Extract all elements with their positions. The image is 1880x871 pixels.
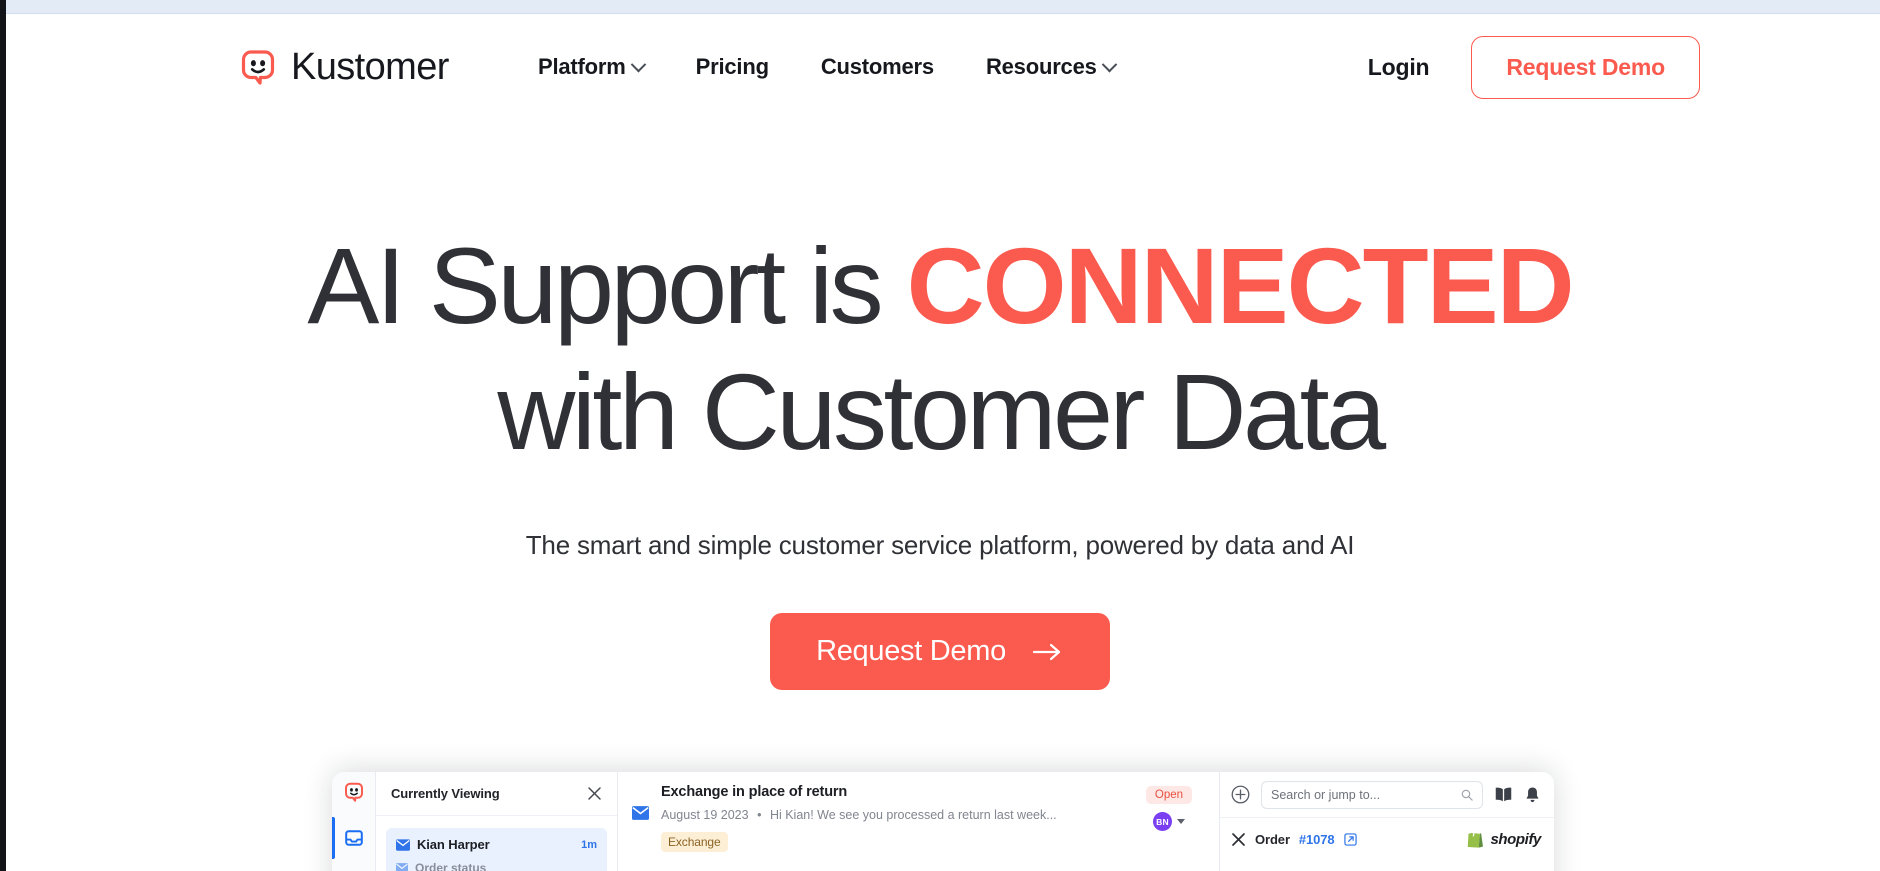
hero-title-lead: AI Support is bbox=[307, 225, 907, 346]
currently-viewing-header: Currently Viewing bbox=[376, 772, 617, 816]
currently-viewing-title: Currently Viewing bbox=[391, 786, 500, 801]
external-link-icon[interactable] bbox=[1343, 832, 1357, 846]
bell-icon[interactable] bbox=[1524, 786, 1541, 804]
header-actions: Login Request Demo bbox=[1368, 35, 1700, 99]
header-request-demo-button[interactable]: Request Demo bbox=[1471, 35, 1700, 99]
conversation-body: Exchange in place of return August 19 20… bbox=[661, 784, 1125, 871]
kustomer-smiley-logo-icon bbox=[238, 47, 278, 87]
close-icon[interactable] bbox=[1231, 832, 1246, 847]
hero-subtitle: The smart and simple customer service pl… bbox=[525, 530, 1355, 560]
shopify-label: shopify bbox=[1490, 830, 1541, 848]
shopify-integration[interactable]: shopify bbox=[1467, 830, 1541, 848]
search-input[interactable] bbox=[1271, 787, 1455, 802]
conversation-customer-name: Kian Harper bbox=[417, 837, 490, 852]
hero-cta-label: Request Demo bbox=[816, 635, 1006, 667]
email-icon bbox=[396, 863, 408, 871]
conversation-row-primary: Kian Harper 1m bbox=[396, 837, 597, 852]
list-item[interactable]: Kian Harper 1m Order status bbox=[386, 828, 607, 871]
brand-logo-link[interactable]: Kustomer bbox=[238, 47, 449, 87]
context-toolbar bbox=[1220, 772, 1554, 818]
plus-circle-icon[interactable] bbox=[1231, 785, 1250, 804]
order-context-row: Order #1078 shopify bbox=[1220, 818, 1554, 860]
hero-title-line2: with Customer Data bbox=[497, 351, 1386, 472]
conversation-meta: August 19 2023 • Hi Kian! We see you pro… bbox=[661, 808, 1125, 822]
brand-name: Kustomer bbox=[291, 46, 449, 88]
primary-nav: Platform Pricing Customers Resources bbox=[512, 44, 1141, 90]
conversation-status-group: Open BN bbox=[1137, 784, 1201, 871]
book-icon[interactable] bbox=[1494, 786, 1513, 803]
close-icon[interactable] bbox=[587, 786, 602, 801]
search-box[interactable] bbox=[1261, 780, 1483, 809]
nav-label-customers: Customers bbox=[820, 54, 934, 79]
page-root: Kustomer Platform Pricing Customers Reso… bbox=[0, 0, 1880, 871]
meta-separator: • bbox=[757, 808, 762, 822]
shopify-bag-icon bbox=[1468, 830, 1484, 848]
kustomer-smiley-logo-icon bbox=[343, 781, 365, 803]
caret-down-icon bbox=[1177, 819, 1185, 824]
nav-label-resources: Resources bbox=[985, 54, 1097, 79]
status-badge[interactable]: Open bbox=[1145, 786, 1193, 804]
avatar: BN bbox=[1153, 812, 1172, 831]
window-left-edge bbox=[0, 0, 6, 871]
conversation-date: August 19 2023 bbox=[661, 808, 749, 822]
inbox-icon bbox=[344, 830, 363, 846]
hero-cta-wrap: Request Demo bbox=[0, 613, 1880, 690]
hero-section: AI Support is CONNECTED with Customer Da… bbox=[0, 128, 1880, 690]
app-nav-rail bbox=[332, 772, 376, 871]
conversation-title: Exchange in place of return bbox=[661, 784, 848, 800]
conversation-preview: Hi Kian! We see you processed a return l… bbox=[769, 808, 1057, 822]
hero-title-accent: CONNECTED bbox=[906, 225, 1575, 346]
conversation-row-secondary: Order status bbox=[396, 861, 597, 871]
browser-top-band bbox=[0, 0, 1880, 14]
order-label: Order bbox=[1255, 831, 1290, 847]
conversation-subject: Order status bbox=[415, 861, 487, 871]
conversation-timestamp: 1m bbox=[581, 838, 597, 851]
page-title: AI Support is CONNECTED with Customer Da… bbox=[0, 128, 1880, 466]
conversation-main-panel: Exchange in place of return August 19 20… bbox=[618, 772, 1220, 871]
chevron-down-icon bbox=[630, 56, 646, 72]
conversation-tag[interactable]: Exchange bbox=[661, 832, 728, 852]
email-icon bbox=[632, 806, 649, 820]
nav-item-platform[interactable]: Platform bbox=[512, 44, 670, 90]
nav-label-pricing: Pricing bbox=[695, 54, 769, 79]
arrow-right-icon bbox=[1032, 643, 1061, 660]
app-preview-panel: Currently Viewing Kian Harper 1m Order s… bbox=[332, 772, 1554, 871]
nav-item-customers[interactable]: Customers bbox=[795, 44, 960, 90]
rail-item-inbox[interactable] bbox=[332, 817, 376, 859]
nav-label-platform: Platform bbox=[538, 54, 626, 79]
assignee-control[interactable]: BN bbox=[1153, 812, 1185, 831]
nav-item-resources[interactable]: Resources bbox=[960, 44, 1141, 90]
context-panel: Order #1078 shopify bbox=[1220, 772, 1554, 871]
chevron-down-icon bbox=[1101, 56, 1117, 72]
email-icon bbox=[396, 838, 410, 851]
currently-viewing-panel: Currently Viewing Kian Harper 1m Order s… bbox=[376, 772, 618, 871]
login-link[interactable]: Login bbox=[1368, 54, 1430, 81]
hero-request-demo-button[interactable]: Request Demo bbox=[770, 613, 1110, 690]
order-number[interactable]: #1078 bbox=[1299, 832, 1335, 847]
search-icon bbox=[1461, 789, 1473, 801]
nav-item-pricing[interactable]: Pricing bbox=[670, 44, 795, 90]
site-header: Kustomer Platform Pricing Customers Reso… bbox=[0, 14, 1880, 120]
conversation-channel-icon-wrap bbox=[632, 784, 649, 871]
